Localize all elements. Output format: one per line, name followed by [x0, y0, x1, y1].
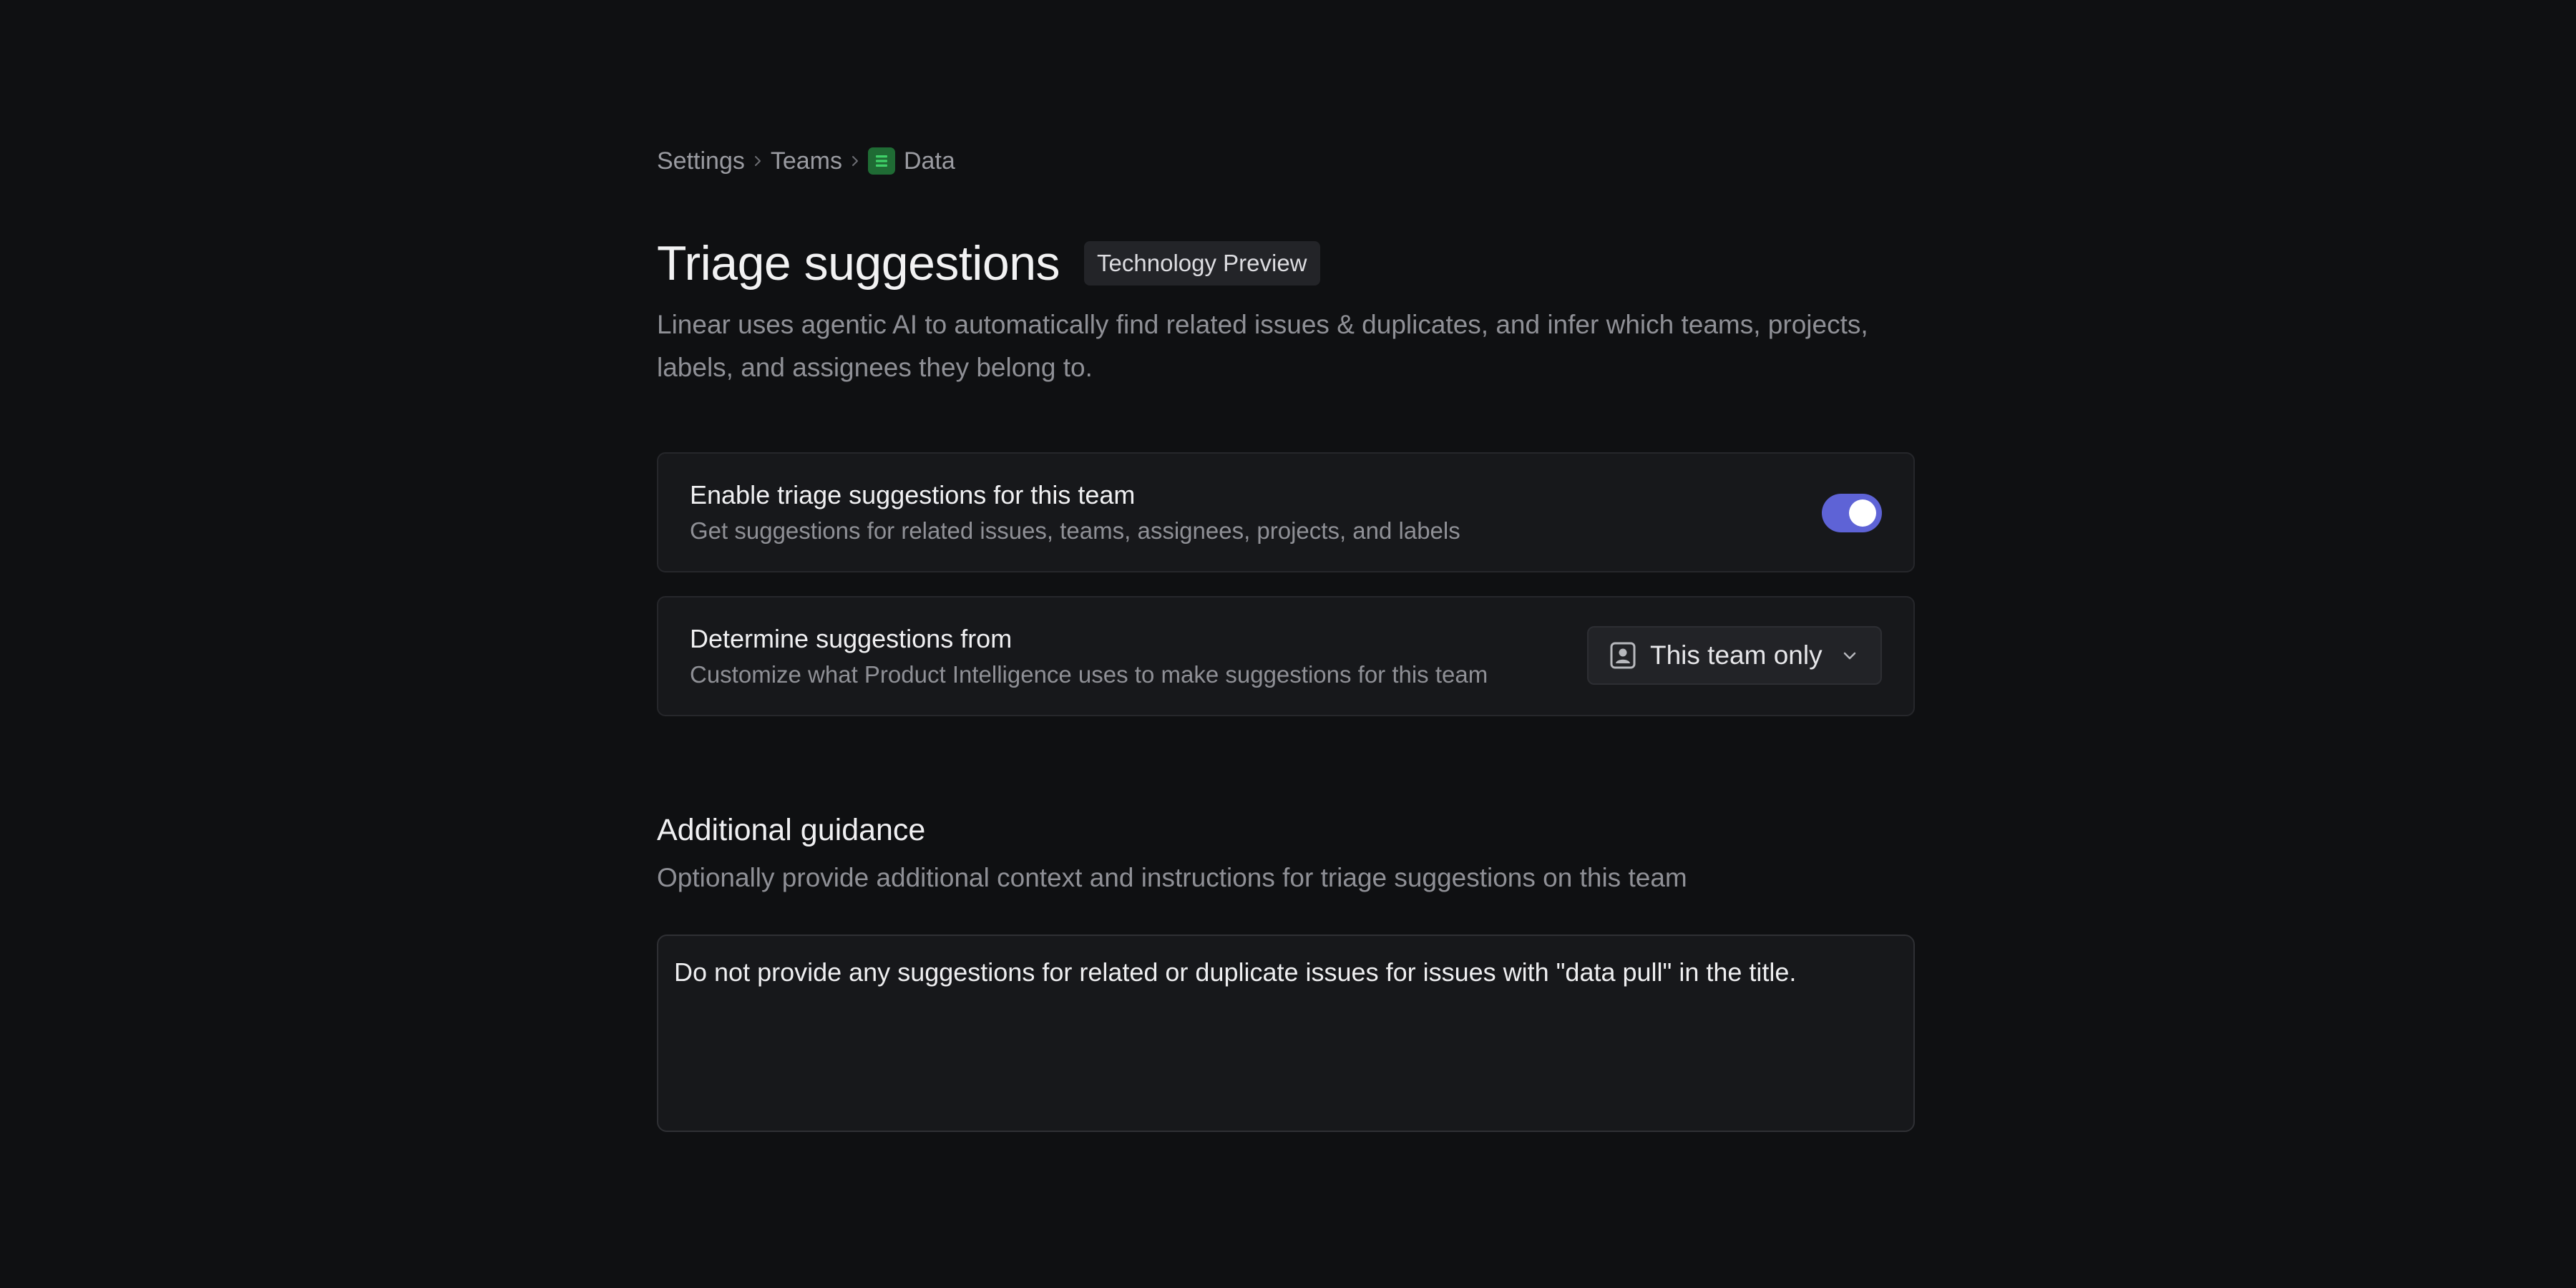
suggestion-source-value: This team only [1650, 640, 1823, 670]
title-row: Triage suggestions Technology Preview [657, 230, 1320, 296]
enable-triage-text: Enable triage suggestions for this team … [690, 478, 1460, 550]
enable-triage-sublabel: Get suggestions for related issues, team… [690, 517, 1460, 544]
suggestion-source-select[interactable]: This team only [1587, 626, 1882, 685]
team-list-icon [868, 147, 895, 175]
additional-guidance-input[interactable]: Do not provide any suggestions for relat… [657, 935, 1915, 1132]
breadcrumb-settings[interactable]: Settings [657, 147, 745, 175]
chevron-down-icon [1841, 647, 1858, 664]
breadcrumb: Settings Teams Data [657, 143, 955, 179]
suggestion-source-text: Determine suggestions from Customize wha… [690, 622, 1488, 693]
breadcrumb-data[interactable]: Data [904, 147, 955, 175]
toggle-knob [1849, 499, 1876, 527]
page-title: Triage suggestions [657, 236, 1060, 291]
enable-triage-toggle[interactable] [1822, 494, 1882, 532]
person-badge-icon [1609, 641, 1637, 670]
chevron-right-icon [745, 155, 771, 167]
enable-triage-label: Enable triage suggestions for this team [690, 480, 1136, 509]
chevron-right-icon [842, 155, 868, 167]
suggestion-source-sublabel: Customize what Product Intelligence uses… [690, 661, 1488, 688]
breadcrumb-teams[interactable]: Teams [771, 147, 842, 175]
suggestion-source-label: Determine suggestions from [690, 624, 1013, 653]
page-description: Linear uses agentic AI to automatically … [657, 310, 1868, 382]
additional-guidance-title: Additional guidance [657, 813, 926, 847]
additional-guidance-subtitle: Optionally provide additional context an… [657, 863, 1687, 892]
suggestion-source-card: Determine suggestions from Customize wha… [657, 596, 1915, 716]
technology-preview-badge: Technology Preview [1084, 241, 1320, 286]
enable-triage-card: Enable triage suggestions for this team … [657, 452, 1915, 572]
